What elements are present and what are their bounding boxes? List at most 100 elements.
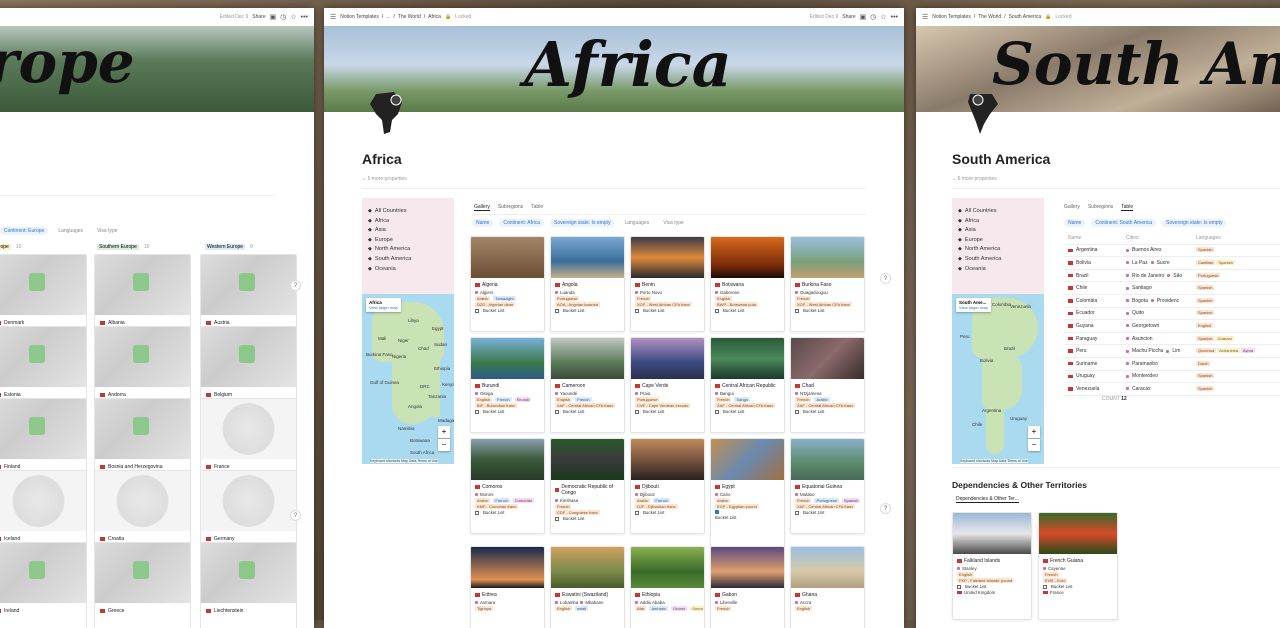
bucket-checkbox[interactable]: [957, 584, 961, 589]
bucket-checkbox[interactable]: [795, 308, 799, 313]
bucket-checkbox[interactable]: [1043, 584, 1047, 589]
table-row[interactable]: Colombia Bogota Providenc Spanish: [1064, 295, 1280, 308]
tab-subregions[interactable]: Subregions: [1088, 204, 1113, 211]
country-card[interactable]: Burkina Faso Ouagadougou French XOF - West …: [790, 236, 865, 332]
help-button[interactable]: ?: [290, 510, 301, 521]
share-button[interactable]: Share: [252, 14, 265, 20]
filter-continent[interactable]: Continent: Europe: [0, 227, 49, 235]
help-button[interactable]: ?: [290, 280, 301, 291]
country-card[interactable]: Angola Luanda Portuguese AOA - Angolan kwan…: [550, 236, 625, 332]
country-card[interactable]: Comoros Moroni Arabic French Comorian KMF - C…: [470, 438, 545, 534]
filter-chip[interactable]: Languages: [620, 219, 653, 227]
zoom-in-button[interactable]: +: [1028, 426, 1040, 438]
territory-card[interactable]: French Guiana Cayenne French EUR - Euro Buck…: [1038, 512, 1118, 620]
country-card[interactable]: Egypt Cairo Arabic EGP - Egyptian pound Buck…: [710, 438, 785, 548]
table-row[interactable]: Venezuela Caracas Spanish: [1064, 383, 1280, 396]
bucket-checkbox[interactable]: [475, 308, 479, 313]
breadcrumb-item[interactable]: Africa: [428, 14, 441, 20]
territory-card[interactable]: Falkland Islands Stanley English FKP - Falk…: [952, 512, 1032, 620]
country-card[interactable]: Djibouti Djibouti Arabic French DJF - Djibou…: [630, 438, 705, 534]
country-card[interactable]: Equatorial Guinea Malabo French Portuguese S…: [790, 438, 865, 534]
nav-item[interactable]: ◆ North America: [368, 246, 448, 252]
country-card[interactable]: Eswatini (Swaziland) Lobamba Mbabane Englis…: [550, 546, 625, 628]
group-header[interactable]: Western Europe 9: [202, 243, 256, 251]
nav-item[interactable]: ◆ Oceania: [368, 266, 448, 272]
help-button[interactable]: ?: [880, 503, 891, 514]
breadcrumb-item[interactable]: ...: [386, 14, 390, 20]
breadcrumb-item[interactable]: Notion Templates: [932, 14, 971, 20]
table-row[interactable]: Peru Machu Picchu Lim Quechua Achaninka Ayma: [1064, 345, 1280, 358]
nav-item[interactable]: ◆ Europe: [958, 237, 1038, 243]
country-card[interactable]: Benin Porto Novo French XOF - West African …: [630, 236, 705, 332]
country-card[interactable]: Liechtenstein: [200, 542, 297, 628]
country-card[interactable]: Democratic Republic of Congo Kinshasa Fren…: [550, 438, 625, 534]
clock-icon[interactable]: ◷: [870, 13, 876, 21]
nav-item[interactable]: ◆ Asia: [958, 227, 1038, 233]
zoom-out-button[interactable]: −: [1028, 439, 1040, 451]
filter-chip[interactable]: Name: [1064, 219, 1086, 227]
nav-item[interactable]: ◆ Asia: [368, 227, 448, 233]
menu-icon[interactable]: ☰: [330, 13, 336, 21]
bucket-checkbox[interactable]: [555, 308, 559, 313]
nav-item[interactable]: ◆ South America: [368, 256, 448, 262]
zoom-out-button[interactable]: −: [438, 439, 450, 451]
breadcrumb-item[interactable]: The World: [978, 14, 1001, 20]
africa-map[interactable]: Libya Egypt Mali Niger Chad Sudan Nigeria Ethio…: [362, 294, 454, 464]
comment-icon[interactable]: ▣: [860, 13, 867, 21]
help-button[interactable]: ?: [880, 273, 891, 284]
group-header[interactable]: Southern Europe 10: [0, 243, 24, 251]
tab-gallery[interactable]: Gallery: [1064, 204, 1080, 211]
tab-gallery[interactable]: Gallery: [474, 204, 490, 211]
table-row[interactable]: Paraguay Asuncion Spanish Guarani: [1064, 333, 1280, 346]
dependencies-tab[interactable]: Dependencies & Other Ter...: [956, 496, 1019, 503]
filter-languages[interactable]: Languages: [54, 227, 87, 235]
comment-icon[interactable]: ▣: [270, 13, 277, 21]
table-row[interactable]: Chile Santiago Spanish: [1064, 282, 1280, 295]
menu-icon[interactable]: ☰: [922, 13, 928, 21]
country-card[interactable]: Algeria Algiers Arabic Tamazight DZD - Alger…: [470, 236, 545, 332]
nav-item[interactable]: ◆ Europe: [368, 237, 448, 243]
bucket-checkbox[interactable]: [715, 510, 719, 514]
table-row[interactable]: Argentina Buenos Aires Spanish: [1064, 245, 1280, 258]
filter-chip[interactable]: Visa type: [659, 219, 687, 227]
nav-item[interactable]: ◆ All Countries: [368, 208, 448, 214]
bucket-checkbox[interactable]: [555, 516, 559, 521]
bucket-checkbox[interactable]: [635, 308, 639, 313]
more-properties[interactable]: ⌄ 6 more properties: [952, 176, 997, 182]
bucket-checkbox[interactable]: [635, 409, 639, 414]
filter-chip[interactable]: Continent: South America: [1091, 219, 1157, 227]
more-icon[interactable]: •••: [891, 14, 898, 21]
bucket-checkbox[interactable]: [475, 409, 479, 414]
country-card[interactable]: Ireland: [0, 542, 87, 628]
view-larger-map-link[interactable]: View larger map: [369, 305, 398, 310]
country-card[interactable]: Cape Verde Praia Portuguese CVE - Cape Verd…: [630, 337, 705, 433]
zoom-in-button[interactable]: +: [438, 426, 450, 438]
share-button[interactable]: Share: [842, 14, 855, 20]
bucket-checkbox[interactable]: [635, 510, 639, 515]
nav-item[interactable]: ◆ North America: [958, 246, 1038, 252]
country-card[interactable]: Cameroon Yaoundé English French XAF - Centra…: [550, 337, 625, 433]
nav-item[interactable]: ◆ Oceania: [958, 266, 1038, 272]
country-card[interactable]: Botswana Gaborone English BWP - Botswana pu…: [710, 236, 785, 332]
more-icon[interactable]: •••: [301, 14, 308, 21]
country-card[interactable]: Gabon Libreville French: [710, 546, 785, 628]
country-card[interactable]: Ghana Accra English: [790, 546, 865, 628]
bucket-checkbox[interactable]: [795, 510, 799, 515]
more-properties[interactable]: ⌄ 6 more properties: [362, 176, 407, 182]
table-row[interactable]: Brazil Rio de Janeiro São Portuguese: [1064, 270, 1280, 283]
breadcrumb-item[interactable]: South America: [1009, 14, 1042, 20]
table-row[interactable]: Suriname Paramaribo Dutch: [1064, 358, 1280, 371]
breadcrumb-item[interactable]: The World: [398, 14, 421, 20]
column-header[interactable]: Name: [1064, 235, 1126, 241]
table-row[interactable]: Bolivia La Paz Sucre Castilian Spanish: [1064, 257, 1280, 270]
star-icon[interactable]: ☆: [880, 13, 886, 21]
sa-map[interactable]: Colombia Venezuela Peru Brazil Bolivia Argent…: [952, 294, 1044, 464]
column-header[interactable]: Cities: [1126, 235, 1196, 241]
nav-item[interactable]: ◆ Africa: [368, 218, 448, 224]
filter-chip[interactable]: Name: [472, 219, 494, 227]
tab-subregions[interactable]: Subregions: [498, 204, 523, 211]
star-icon[interactable]: ☆: [290, 13, 296, 21]
bucket-checkbox[interactable]: [555, 409, 559, 414]
country-card[interactable]: Central African Republic Bangui French Sang…: [710, 337, 785, 433]
country-card[interactable]: Burundi Gitega English French Kirundi BIF - B…: [470, 337, 545, 433]
